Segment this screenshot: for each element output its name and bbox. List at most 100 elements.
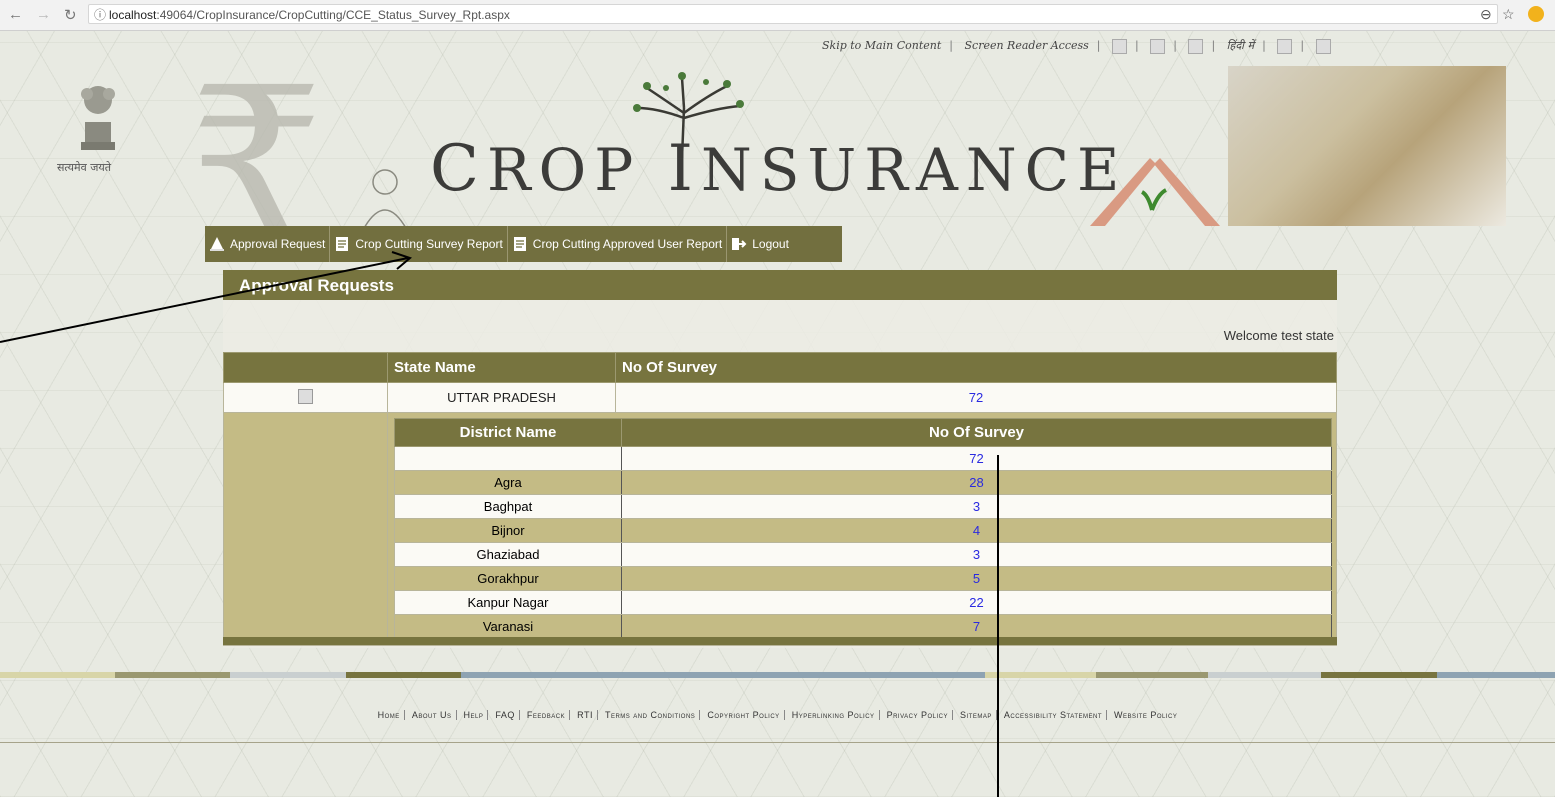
footer-link-accessibility[interactable]: Accessibility Statement <box>999 710 1107 720</box>
expand-cell[interactable] <box>223 382 388 413</box>
menu-logout[interactable]: Logout <box>727 226 793 262</box>
footer-link-help[interactable]: Help <box>459 710 489 720</box>
survey-count-cell: 3 <box>621 494 1332 519</box>
survey-count-cell: 72 <box>615 382 1337 413</box>
survey-count-cell: 7 <box>621 614 1332 639</box>
district-name-cell: Baghpat <box>394 494 622 519</box>
footer-link-privacy[interactable]: Privacy Policy <box>882 710 953 720</box>
table-header-row: State Name No Of Survey <box>223 352 1337 383</box>
footer-link-about-us[interactable]: About Us <box>407 710 457 720</box>
zoom-icon[interactable]: ⊖ <box>1480 6 1492 23</box>
address-bar[interactable]: ⓘ localhost:49064/CropInsurance/CropCutt… <box>88 4 1498 24</box>
footer-links: Home About Us Help FAQ Feedback RTI Term… <box>0 710 1555 720</box>
survey-count-cell: 4 <box>621 518 1332 543</box>
survey-count-link[interactable]: 72 <box>969 451 983 466</box>
survey-count-link[interactable]: 5 <box>973 571 980 586</box>
survey-count-cell: 5 <box>621 566 1332 591</box>
table-row: Baghpat 3 <box>394 494 1332 519</box>
menu-label: Logout <box>752 237 789 251</box>
survey-count-link[interactable]: 28 <box>969 475 983 490</box>
site-title: CROP INSURANCE <box>430 132 1128 206</box>
menu-label: Crop Cutting Survey Report <box>355 237 503 251</box>
protecting-hands-image <box>1090 158 1220 226</box>
menu-label: Crop Cutting Approved User Report <box>532 237 723 251</box>
district-name-cell: Bijnor <box>394 518 622 543</box>
district-name-cell: Varanasi <box>394 614 622 639</box>
footer-link-feedback[interactable]: Feedback <box>522 710 571 720</box>
survey-count-link[interactable]: 3 <box>973 499 980 514</box>
district-detail-cell: District Name No Of Survey 72 Agra 28 Ba… <box>387 412 1337 646</box>
url-host: localhost <box>109 8 157 22</box>
table-row: Varanasi 7 <box>394 614 1332 639</box>
survey-count-link[interactable]: 7 <box>973 619 980 634</box>
menu-crop-cutting-approved-user-report[interactable]: Crop Cutting Approved User Report <box>508 226 728 262</box>
survey-count-cell: 28 <box>621 470 1332 495</box>
footer-link-hyperlinking[interactable]: Hyperlinking Policy <box>787 710 880 720</box>
forward-icon[interactable]: → <box>36 6 51 23</box>
menu-label: Approval Request <box>230 237 326 251</box>
screen-reader-link[interactable]: Screen Reader Access <box>965 39 1089 52</box>
table-row: Gorakhpur 5 <box>394 566 1332 591</box>
footer-link-sitemap[interactable]: Sitemap <box>956 710 997 720</box>
survey-count-link[interactable]: 72 <box>969 390 983 405</box>
font-size-normal-icon[interactable] <box>1150 38 1166 54</box>
survey-count-link[interactable]: 22 <box>969 595 983 610</box>
column-header-state-name: State Name <box>387 352 616 383</box>
approval-requests-panel: Approval Requests Welcome test state Sta… <box>223 270 1337 648</box>
bookmark-star-icon[interactable]: ☆ <box>1502 6 1515 23</box>
table-row: Agra 28 <box>394 470 1332 495</box>
table-row: 72 <box>394 446 1332 471</box>
info-icon[interactable]: ⓘ <box>94 5 106 25</box>
district-name-cell: Agra <box>394 470 622 495</box>
decorative-stripe <box>0 672 1555 678</box>
browser-toolbar: ← → ↻ ⓘ localhost:49064/CropInsurance/Cr… <box>0 0 1555 31</box>
national-emblem-logo <box>81 86 115 150</box>
back-icon[interactable]: ← <box>8 6 23 23</box>
lady-illustration <box>362 169 408 230</box>
reload-icon[interactable]: ↻ <box>64 6 77 24</box>
survey-count-cell: 3 <box>621 542 1332 567</box>
survey-count-cell: 22 <box>621 590 1332 615</box>
font-size-small-icon[interactable] <box>1112 38 1127 54</box>
district-detail-row: District Name No Of Survey 72 Agra 28 Ba… <box>223 412 1337 646</box>
survey-count-link[interactable]: 3 <box>973 547 980 562</box>
welcome-message: Welcome test state <box>1223 328 1334 343</box>
footer-link-rti[interactable]: RTI <box>573 710 598 720</box>
contrast-icon[interactable] <box>1277 38 1293 54</box>
menu-approval-request[interactable]: Approval Request <box>205 226 331 262</box>
emblem-motto: सत्यमेव जयते <box>57 161 112 174</box>
column-header <box>223 352 388 383</box>
tent-icon <box>210 237 224 251</box>
main-menu: Approval Request Crop Cutting Survey Rep… <box>205 226 842 262</box>
column-header-no-of-survey: No Of Survey <box>615 352 1337 383</box>
url-path: :49064/CropInsurance/CropCutting/CCE_Sta… <box>156 8 510 22</box>
column-header-district-name: District Name <box>394 418 622 447</box>
panel-title: Approval Requests <box>223 270 1337 300</box>
font-size-large-icon[interactable] <box>1188 38 1204 54</box>
theme-icon[interactable] <box>1315 38 1331 54</box>
extension-icon[interactable] <box>1528 6 1544 22</box>
detail-spacer <box>223 412 388 646</box>
expand-toggle-icon[interactable] <box>298 388 313 404</box>
footer-link-faq[interactable]: FAQ <box>491 710 520 720</box>
footer-link-terms[interactable]: Terms and Conditions <box>600 710 701 720</box>
menu-crop-cutting-survey-report[interactable]: Crop Cutting Survey Report <box>330 226 508 262</box>
footer-divider <box>0 742 1555 743</box>
accessibility-links: Skip to Main Content | Screen Reader Acce… <box>818 38 1335 54</box>
document-icon <box>336 237 349 251</box>
table-row: UTTAR PRADESH 72 <box>223 382 1337 413</box>
column-header-no-of-survey: No Of Survey <box>621 418 1332 447</box>
state-name-cell: UTTAR PRADESH <box>387 382 616 413</box>
footer-link-home[interactable]: Home <box>373 710 405 720</box>
skip-to-main-link[interactable]: Skip to Main Content <box>822 39 941 52</box>
table-header-row: District Name No Of Survey <box>394 418 1332 447</box>
district-survey-table: District Name No Of Survey 72 Agra 28 Ba… <box>394 418 1332 639</box>
survey-count-cell: 72 <box>621 446 1332 471</box>
footer-link-website-policy[interactable]: Website Policy <box>1110 710 1181 720</box>
footer-link-copyright[interactable]: Copyright Policy <box>703 710 785 720</box>
district-name-cell: Gorakhpur <box>394 566 622 591</box>
district-name-cell <box>394 446 622 471</box>
hindi-link[interactable]: हिंदी में <box>1227 39 1254 52</box>
document-icon <box>513 237 526 251</box>
survey-count-link[interactable]: 4 <box>973 523 980 538</box>
